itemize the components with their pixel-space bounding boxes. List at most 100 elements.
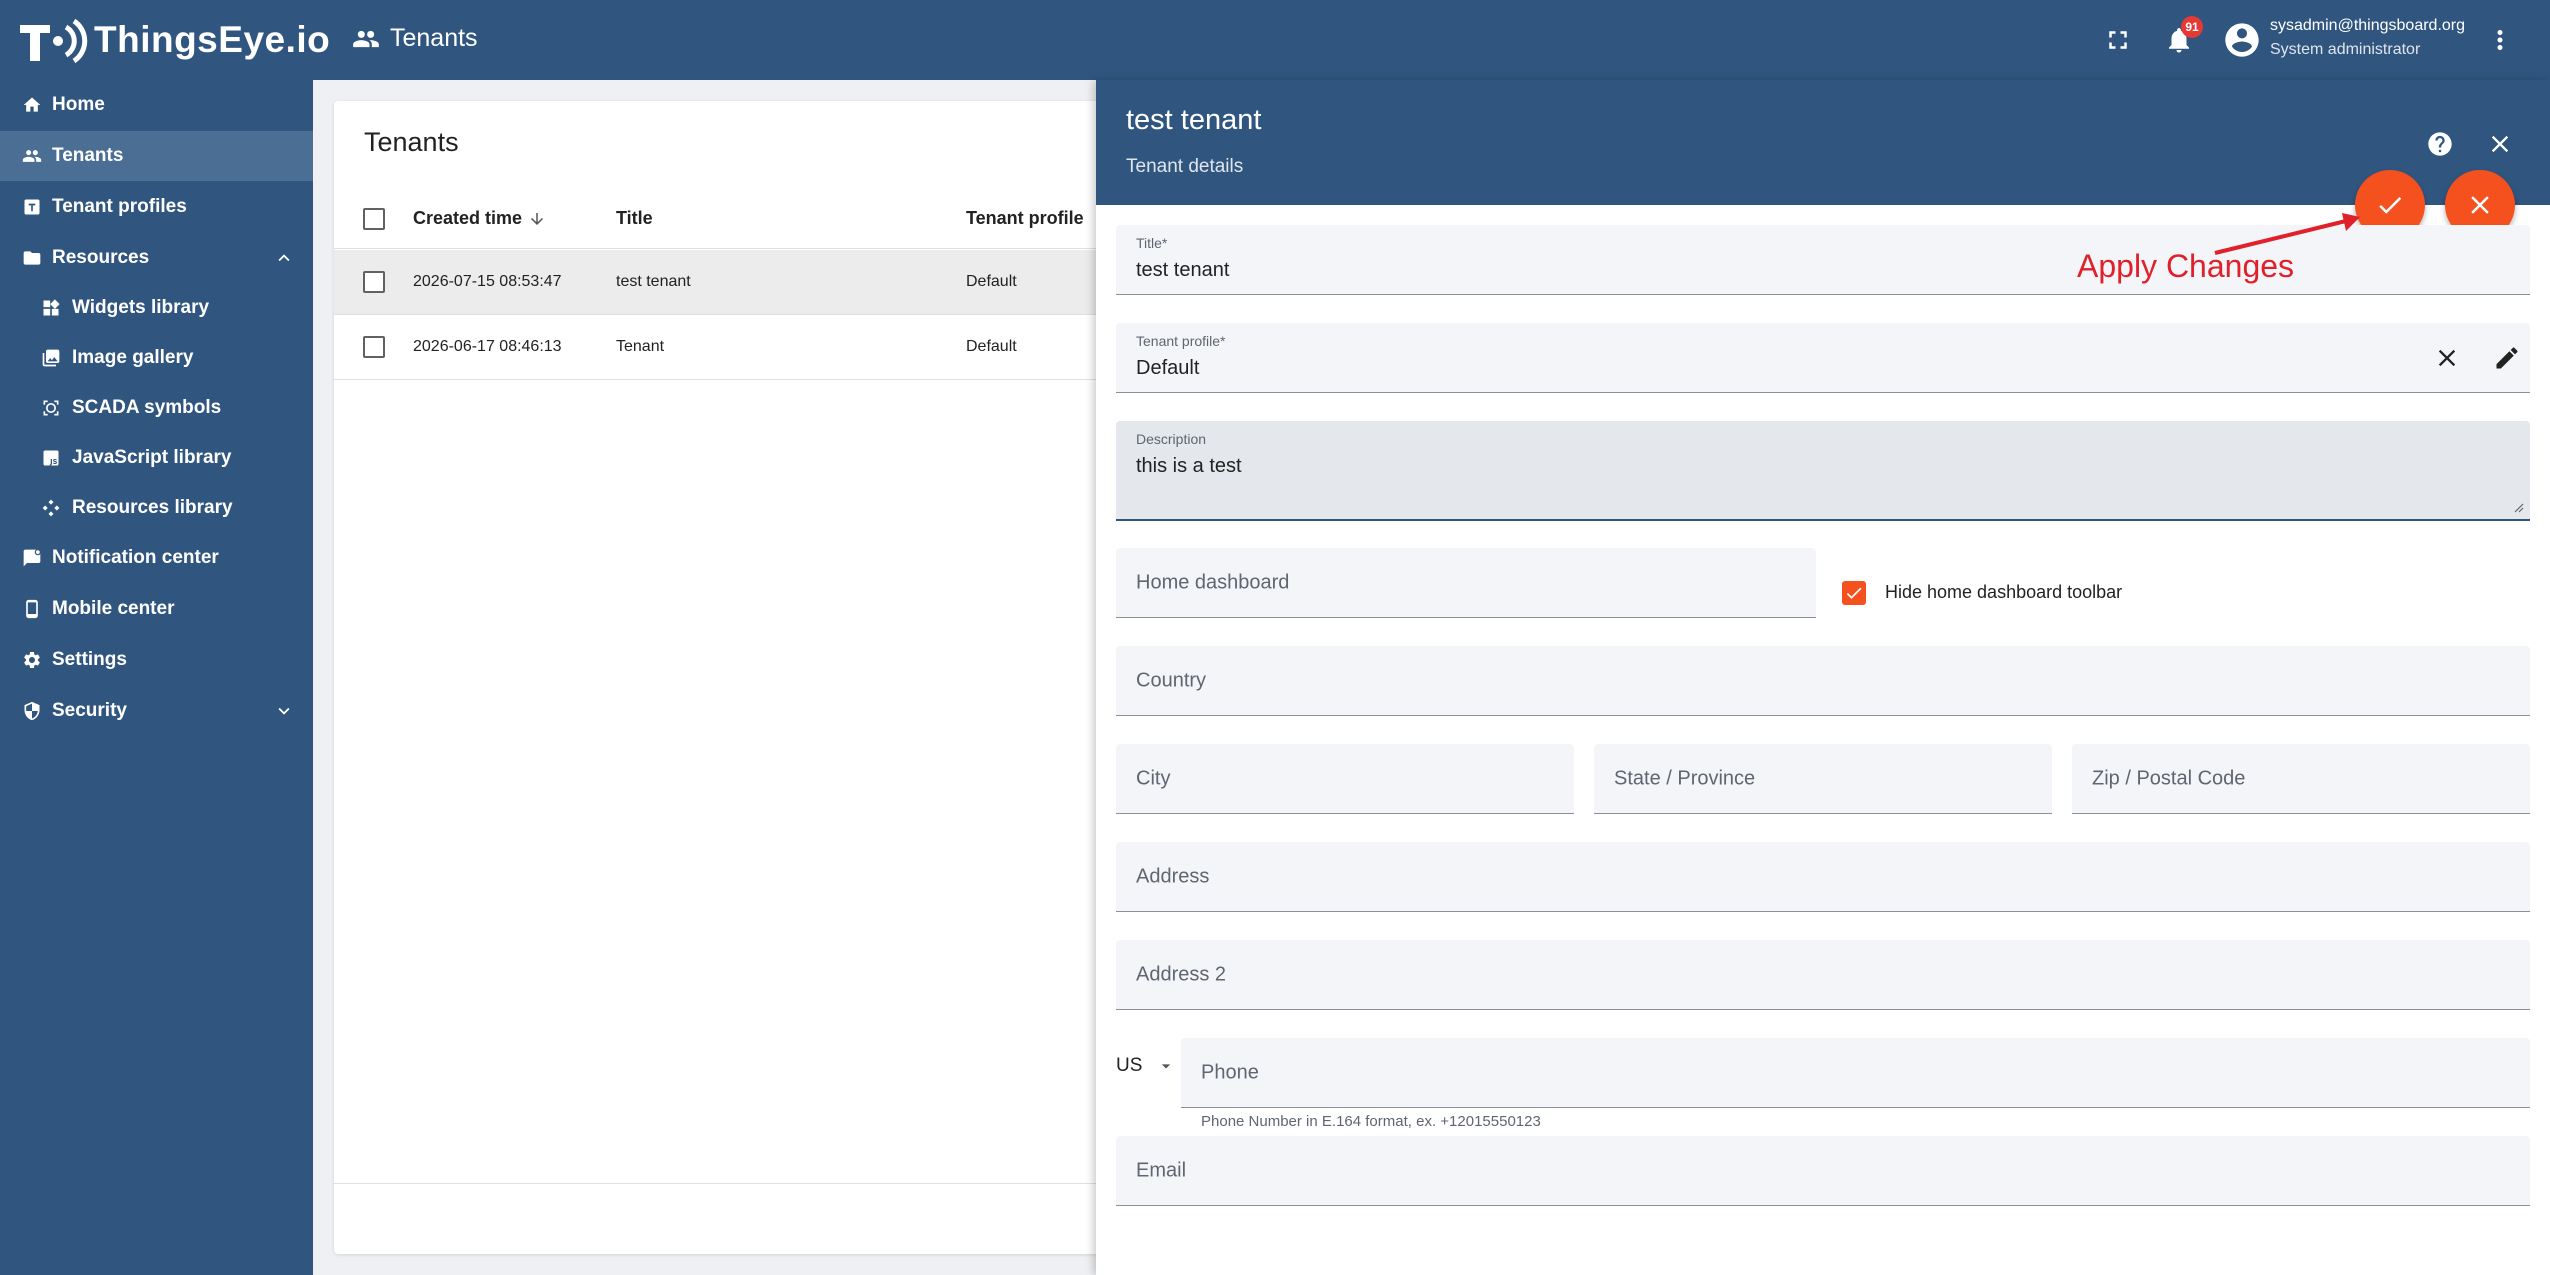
user-info[interactable]: sysadmin@thingsboard.org System administ… [2270, 14, 2465, 62]
table-header: Created time Title Tenant profile [334, 189, 1134, 249]
phone-hint: Phone Number in E.164 format, ex. +12015… [1201, 1113, 1541, 1130]
sidebar-item-settings[interactable]: Settings [0, 635, 313, 685]
sidebar-item-tenant-profiles[interactable]: Tenant profiles [0, 182, 313, 232]
table-row[interactable]: 2026-06-17 08:46:13 Tenant Default [334, 315, 1134, 380]
city-placeholder: City [1136, 767, 1171, 789]
hide-toolbar-checkbox[interactable] [1842, 581, 1866, 605]
phone-placeholder: Phone [1201, 1061, 1259, 1083]
details-title: test tenant [1126, 104, 1262, 136]
sidebar-item-label: Resources [52, 247, 150, 268]
cell-profile: Default [966, 273, 1017, 290]
avatar[interactable] [2222, 20, 2262, 60]
fullscreen-button[interactable] [2100, 22, 2136, 58]
sidebar-item-resources[interactable]: Resources [0, 233, 313, 283]
top-bar: ThingsEye.io Tenants 91 sysadmin@thingsb… [0, 0, 2550, 80]
phone-country-value: US [1116, 1055, 1143, 1076]
zip-field[interactable]: Zip / Postal Code [2072, 744, 2530, 814]
image-icon [40, 347, 62, 369]
edit-icon[interactable] [2493, 344, 2521, 372]
sidebar-item-image-gallery[interactable]: Image gallery [0, 333, 313, 383]
column-header-tenant-profile[interactable]: Tenant profile [966, 189, 1084, 248]
phone-field[interactable]: Phone [1181, 1038, 2530, 1108]
table-row[interactable]: 2026-07-15 08:53:47 test tenant Default [334, 250, 1134, 315]
address2-placeholder: Address 2 [1136, 963, 1227, 985]
title-label: Title* [1136, 235, 1168, 251]
scada-icon [40, 397, 62, 419]
description-field[interactable]: Description this is a test [1116, 421, 2530, 521]
sidebar-item-label: Resources library [72, 497, 233, 518]
close-icon [2471, 196, 2489, 214]
sidebar-item-notification-center[interactable]: Notification center [0, 533, 313, 583]
sidebar-item-label: Tenants [52, 145, 124, 166]
sidebar-item-scada-symbols[interactable]: SCADA symbols [0, 383, 313, 433]
check-icon [1846, 587, 1862, 599]
list-title: Tenants [364, 127, 459, 157]
clear-icon[interactable] [2433, 344, 2461, 372]
account-circle-icon [2225, 23, 2259, 57]
column-header-created-time[interactable]: Created time [413, 189, 546, 248]
select-all-checkbox[interactable] [363, 208, 385, 230]
notifications-button[interactable]: 91 [2161, 16, 2203, 58]
close-panel-button[interactable] [2483, 127, 2517, 161]
city-field[interactable]: City [1116, 744, 1574, 814]
sidebar-item-label: JavaScript library [72, 447, 232, 468]
sidebar-item-tenants[interactable]: Tenants [0, 131, 313, 181]
more-menu-button[interactable] [2482, 22, 2518, 58]
home-dashboard-placeholder: Home dashboard [1136, 571, 1290, 593]
close-icon [2491, 135, 2509, 153]
sidebar-item-security[interactable]: Security [0, 686, 313, 736]
dropdown-arrow-icon [1162, 1064, 1171, 1069]
chevron-down-icon [278, 707, 290, 715]
address2-field[interactable]: Address 2 [1116, 940, 2530, 1010]
sidebar-item-widgets-library[interactable]: Widgets library [0, 283, 313, 333]
sidebar-item-mobile-center[interactable]: Mobile center [0, 584, 313, 634]
resize-handle-icon[interactable] [2512, 501, 2524, 513]
email-placeholder: Email [1136, 1159, 1187, 1181]
sidebar-item-resources-library[interactable]: Resources library [0, 483, 313, 533]
phone-country-select[interactable]: US [1116, 1055, 1176, 1077]
country-placeholder: Country [1136, 669, 1207, 691]
app-logo[interactable]: ThingsEye.io [14, 14, 330, 66]
email-field[interactable]: Email [1116, 1136, 2530, 1206]
row-checkbox[interactable] [363, 271, 385, 293]
cell-title: test tenant [616, 273, 691, 290]
sidebar-item-label: SCADA symbols [72, 397, 222, 418]
help-button[interactable] [2423, 127, 2457, 161]
description-value: this is a test [1136, 455, 1242, 477]
more-vert-icon [2497, 30, 2503, 50]
chevron-up-icon [278, 254, 290, 262]
tenant-profile-icon [21, 196, 43, 218]
gear-icon [21, 649, 43, 671]
resources-icon [40, 497, 62, 519]
check-icon [2379, 196, 2402, 214]
sidebar-item-label: Widgets library [72, 297, 210, 318]
zip-placeholder: Zip / Postal Code [2092, 767, 2246, 789]
logo-icon [20, 18, 88, 64]
title-value: test tenant [1136, 259, 1230, 281]
profile-label: Tenant profile* [1136, 333, 1226, 349]
state-field[interactable]: State / Province [1594, 744, 2052, 814]
svg-text:JS: JS [49, 458, 57, 466]
page-title-text: Tenants [390, 24, 478, 52]
sidebar-item-javascript-library[interactable]: JS JavaScript library [0, 433, 313, 483]
folder-icon [21, 247, 43, 269]
notification-icon [21, 547, 43, 569]
address-field[interactable]: Address [1116, 842, 2530, 912]
description-label: Description [1136, 431, 1207, 447]
widgets-icon [40, 297, 62, 319]
sidebar-item-home[interactable]: Home [0, 80, 313, 130]
country-field[interactable]: Country [1116, 646, 2530, 716]
tenant-profile-field[interactable]: Tenant profile* Default [1116, 323, 2530, 393]
user-role: System administrator [2270, 41, 2421, 58]
sidebar-item-label: Image gallery [72, 347, 194, 368]
column-header-title[interactable]: Title [616, 189, 653, 248]
home-icon [21, 94, 43, 116]
cell-profile: Default [966, 338, 1017, 355]
home-dashboard-field[interactable]: Home dashboard [1116, 548, 1816, 618]
sidebar: Home Tenants Tenant profiles Resources W… [0, 80, 313, 1275]
arrow-down-icon [531, 212, 544, 225]
fullscreen-icon [2109, 31, 2127, 49]
profile-value: Default [1136, 357, 1200, 379]
row-checkbox[interactable] [363, 336, 385, 358]
people-icon [353, 30, 379, 47]
